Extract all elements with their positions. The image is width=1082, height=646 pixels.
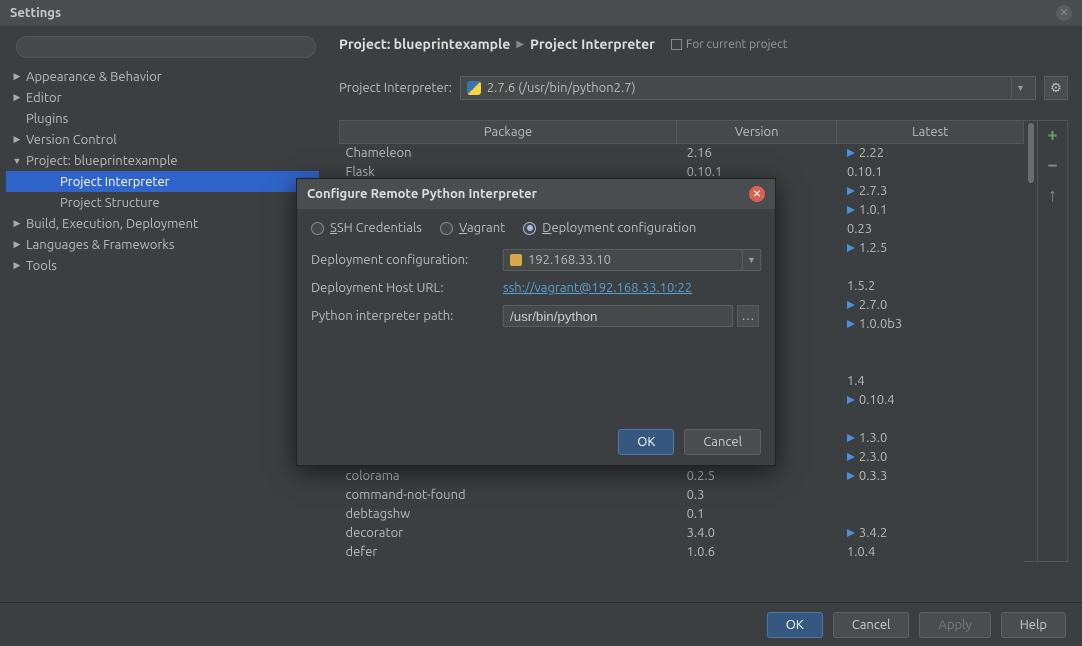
sidebar-item-label: Project Structure: [60, 196, 160, 210]
host-url-link[interactable]: ssh://vagrant@192.168.33.10:22: [503, 281, 761, 295]
interpreter-path-input[interactable]: [503, 305, 733, 327]
col-package[interactable]: Package: [340, 121, 677, 144]
table-row[interactable]: colorama0.2.50.3.3: [340, 467, 1024, 486]
remote-interpreter-dialog: Configure Remote Python Interpreter ✕ SS…: [296, 178, 776, 466]
upgrade-arrow-icon: [847, 301, 855, 309]
sidebar-item-label: Editor: [26, 91, 62, 105]
sidebar-item[interactable]: ▶ Languages & Frameworks: [6, 234, 319, 255]
upgrade-arrow-icon: [847, 529, 855, 537]
col-latest[interactable]: Latest: [837, 121, 1024, 144]
upgrade-arrow-icon: [847, 434, 855, 442]
python-icon: [467, 81, 481, 95]
breadcrumb: Project: blueprintexample ▶ Project Inte…: [339, 36, 1068, 52]
interpreter-label: Project Interpreter:: [339, 81, 452, 95]
upgrade-arrow-icon: [847, 453, 855, 461]
chevron-right-icon: ▶: [12, 218, 22, 229]
upgrade-arrow-icon: [847, 206, 855, 214]
add-package-button[interactable]: +: [1047, 125, 1057, 145]
chevron-down-icon: ▼: [1011, 77, 1029, 99]
scrollbar[interactable]: [1024, 120, 1038, 562]
radio-icon: [440, 222, 453, 235]
chevron-down-icon: ▼: [12, 156, 22, 166]
table-row[interactable]: debtagshw0.1: [340, 505, 1024, 524]
sidebar-item-label: Project Interpreter: [60, 175, 170, 189]
ok-button[interactable]: OK: [767, 612, 823, 638]
chevron-right-icon: ▶: [12, 134, 22, 145]
deployment-config-label: Deployment configuration:: [311, 253, 503, 267]
breadcrumb-page: Project Interpreter: [530, 36, 655, 52]
search-input[interactable]: [16, 36, 316, 58]
sidebar-item-label: Build, Execution, Deployment: [26, 217, 198, 231]
settings-tree: ▶ Appearance & Behavior ▶ Editor Plugins ▶ Ver…: [6, 66, 319, 276]
sidebar-item[interactable]: ▼ Project: blueprintexample: [6, 150, 319, 171]
radio-vagrant[interactable]: Vagrant: [440, 221, 505, 235]
upgrade-arrow-icon: [847, 149, 855, 157]
breadcrumb-project: Project: blueprintexample: [339, 36, 510, 52]
modal-titlebar[interactable]: Configure Remote Python Interpreter ✕: [297, 179, 775, 209]
sidebar-item-label: Version Control: [26, 133, 117, 147]
upgrade-arrow-icon: [847, 396, 855, 404]
remove-package-button[interactable]: −: [1047, 155, 1057, 175]
window-titlebar: Settings ✕: [0, 0, 1082, 26]
gear-icon: ⚙: [1050, 81, 1062, 96]
interpreter-dropdown[interactable]: 2.7.6 (/usr/bin/python2.7) ▼: [460, 76, 1036, 100]
radio-icon: [523, 222, 536, 235]
browse-button[interactable]: …: [737, 305, 759, 327]
chevron-right-icon: ▶: [12, 92, 22, 103]
dialog-footer: OK Cancel Apply Help: [0, 602, 1082, 646]
current-project-badge: For current project: [671, 38, 788, 51]
radio-deployment[interactable]: Deployment configuration: [523, 221, 696, 235]
table-row[interactable]: command-not-found0.3: [340, 486, 1024, 505]
chevron-right-icon: ▶: [12, 71, 22, 82]
copy-icon: [671, 39, 682, 50]
host-url-label: Deployment Host URL:: [311, 281, 503, 295]
upgrade-arrow-icon: [847, 320, 855, 328]
sidebar-item[interactable]: ▶ Tools: [6, 255, 319, 276]
radio-icon: [311, 222, 324, 235]
col-version[interactable]: Version: [677, 121, 837, 144]
radio-ssh[interactable]: SSH Credentials: [311, 221, 422, 235]
chevron-right-icon: ▶: [516, 38, 524, 50]
sidebar-item[interactable]: ▶ Version Control: [6, 129, 319, 150]
scrollbar-thumb[interactable]: [1028, 123, 1034, 183]
modal-title: Configure Remote Python Interpreter: [307, 187, 537, 201]
sidebar-item[interactable]: ▶ Editor: [6, 87, 319, 108]
chevron-down-icon: ▼: [742, 250, 760, 270]
apply-button[interactable]: Apply: [919, 612, 990, 638]
sidebar-item[interactable]: Plugins: [6, 108, 319, 129]
window-title: Settings: [10, 6, 61, 20]
source-radio-group: SSH Credentials Vagrant Deployment confi…: [311, 221, 761, 235]
upgrade-arrow-icon: [847, 472, 855, 480]
upgrade-arrow-icon: [847, 244, 855, 252]
table-row[interactable]: defer1.0.61.0.4: [340, 543, 1024, 562]
server-icon: [510, 254, 522, 266]
gear-button[interactable]: ⚙: [1044, 76, 1068, 100]
upgrade-package-button[interactable]: ↑: [1048, 185, 1057, 206]
sidebar-item-label: Project: blueprintexample: [26, 154, 178, 168]
upgrade-arrow-icon: [847, 187, 855, 195]
sidebar-item[interactable]: Project Interpreter: [6, 171, 319, 192]
table-row[interactable]: decorator3.4.03.4.2: [340, 524, 1024, 543]
sidebar-item-label: Plugins: [26, 112, 68, 126]
deployment-config-dropdown[interactable]: 192.168.33.10 ▼: [503, 249, 761, 271]
chevron-right-icon: ▶: [12, 239, 22, 250]
modal-close-button[interactable]: ✕: [749, 186, 765, 202]
sidebar-item-label: Tools: [26, 259, 57, 273]
close-icon[interactable]: ✕: [1056, 5, 1072, 21]
interpreter-path-label: Python interpreter path:: [311, 309, 503, 323]
help-button[interactable]: Help: [1001, 612, 1066, 638]
sidebar-item[interactable]: Project Structure: [6, 192, 319, 213]
sidebar-item[interactable]: ▶ Appearance & Behavior: [6, 66, 319, 87]
sidebar-item-label: Appearance & Behavior: [26, 70, 162, 84]
package-actions: + − ↑: [1038, 120, 1068, 562]
modal-cancel-button[interactable]: Cancel: [684, 429, 761, 455]
sidebar-item[interactable]: ▶ Build, Execution, Deployment: [6, 213, 319, 234]
chevron-right-icon: ▶: [12, 260, 22, 271]
cancel-button[interactable]: Cancel: [833, 612, 910, 638]
settings-sidebar: ⌕ ▶Appearance & Behavior▶EditorPlugins▶V…: [0, 26, 325, 596]
modal-ok-button[interactable]: OK: [618, 429, 674, 455]
table-row[interactable]: Chameleon2.162.22: [340, 144, 1024, 163]
sidebar-item-label: Languages & Frameworks: [26, 238, 175, 252]
